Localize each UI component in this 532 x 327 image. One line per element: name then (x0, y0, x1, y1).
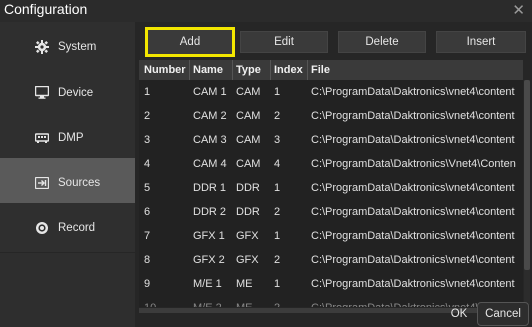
cell-number: 5 (144, 182, 151, 194)
add-button[interactable]: Add (145, 27, 235, 57)
sidebar-item-label: System (58, 40, 97, 53)
cell-index: 1 (274, 278, 281, 290)
cell-index: 2 (271, 296, 308, 307)
monitor-icon (34, 85, 50, 101)
cell-index: 2 (274, 206, 281, 218)
cancel-button[interactable]: Cancel (477, 302, 529, 326)
column-header-type[interactable]: Type (233, 60, 271, 80)
cell-type: GFX (236, 230, 259, 242)
cell-file: C:\ProgramData\Daktronics\vnet4\content (311, 182, 515, 194)
toolbar: Add Edit Delete Insert (135, 22, 532, 60)
gear-icon (34, 39, 50, 55)
table-row[interactable]: 8 GFX 2 GFX 2 C:\ProgramData\Daktronics\vnet… (139, 248, 523, 272)
cell-name: M/E 1 (193, 278, 222, 290)
cell-name: CAM 4 (193, 158, 227, 170)
input-icon (34, 175, 50, 191)
cell-index: 1 (274, 230, 281, 242)
cell-index: 2 (274, 254, 281, 266)
cell-number: 1 (144, 86, 151, 98)
cell-name: GFX 2 (193, 254, 225, 266)
cell-number: 2 (144, 110, 151, 122)
sidebar-item-label: Sources (58, 176, 101, 189)
cell-name: CAM 3 (193, 134, 227, 146)
table-row[interactable]: 5 DDR 1 DDR 1 C:\ProgramData\Daktronics\vnet… (139, 176, 523, 200)
cell-type: ME (233, 296, 271, 307)
table-row[interactable]: 9 M/E 1 ME 1 C:\ProgramData\Daktronics\vnet4… (139, 272, 523, 296)
close-icon[interactable]: ✕ (512, 1, 525, 19)
cell-name: DDR 1 (193, 182, 227, 194)
table-row[interactable]: 1 CAM 1 CAM 1 C:\ProgramData\Daktronics\vnet… (139, 80, 523, 104)
cell-name: DDR 2 (193, 206, 227, 218)
sidebar-item-record[interactable]: Record (0, 203, 135, 253)
edit-button[interactable]: Edit (240, 31, 328, 53)
column-header-index[interactable]: Index (271, 60, 308, 80)
vertical-scrollbar[interactable] (524, 80, 530, 305)
table-row[interactable]: 2 CAM 2 CAM 2 C:\ProgramData\Daktronics\vnet… (139, 104, 523, 128)
sources-panel: Add Edit Delete Insert Number Name Type … (135, 22, 532, 327)
record-icon (34, 220, 50, 236)
cell-file: C:\ProgramData\Daktronics\Vnet4\Conten (311, 158, 516, 170)
cell-name: M/E 2 (190, 296, 233, 307)
cell-file: C:\ProgramData\Daktronics\vnet4\content (311, 110, 515, 122)
cell-number: 7 (144, 230, 151, 242)
cell-file: C:\ProgramData\Daktronics\vnet4\content (311, 278, 515, 290)
cell-number: 4 (144, 158, 151, 170)
sidebar-item-label: Device (58, 86, 94, 99)
cell-type: GFX (236, 254, 259, 266)
cell-number: 3 (144, 134, 151, 146)
sidebar-item-system[interactable]: System (0, 22, 135, 72)
cell-file: C:\ProgramData\Daktronics\vnet4\content (311, 254, 515, 266)
cell-type: DDR (236, 206, 260, 218)
cell-file: C:\ProgramData\Daktronics\vnet4\content (311, 206, 515, 218)
cell-index: 1 (274, 86, 281, 98)
ok-button[interactable]: OK (443, 304, 475, 324)
sources-table: Number Name Type Index File 1 CAM 1 CAM 1 C:… (139, 60, 523, 307)
table-row[interactable]: 6 DDR 2 DDR 2 C:\ProgramData\Daktronics\vnet… (139, 200, 523, 224)
cell-type: ME (236, 278, 253, 290)
cell-number: 8 (144, 254, 151, 266)
table-row[interactable]: 4 CAM 4 CAM 4 C:\ProgramData\Daktronics\Vnet… (139, 152, 523, 176)
cell-type: CAM (236, 134, 261, 146)
cell-name: GFX 1 (193, 230, 225, 242)
cell-file: C:\ProgramData\Daktronics\vnet4\content (311, 230, 515, 242)
cell-number: 6 (144, 206, 151, 218)
delete-button[interactable]: Delete (338, 31, 426, 53)
cell-index: 1 (274, 182, 281, 194)
cell-index: 4 (274, 158, 281, 170)
sidebar-item-label: Record (58, 221, 96, 234)
cell-number: 9 (144, 278, 151, 290)
cell-number: 10 (141, 296, 190, 307)
cell-name: CAM 1 (193, 86, 227, 98)
insert-button[interactable]: Insert (436, 31, 526, 53)
sidebar: System Device DMP Sources Record (0, 22, 135, 327)
cell-file: C:\ProgramData\Daktronics\vnet4\content (311, 134, 515, 146)
table-row[interactable]: 7 GFX 1 GFX 1 C:\ProgramData\Daktronics\vnet… (139, 224, 523, 248)
column-header-file[interactable]: File (308, 60, 523, 80)
sidebar-item-device[interactable]: Device (0, 68, 135, 118)
cell-type: DDR (236, 182, 260, 194)
cell-index: 3 (274, 134, 281, 146)
scrollbar-thumb[interactable] (524, 80, 530, 270)
cell-file: C:\ProgramData\Daktronics\vnet4\content (311, 86, 515, 98)
column-header-name[interactable]: Name (190, 60, 233, 80)
cell-type: CAM (236, 158, 261, 170)
cell-type: CAM (236, 86, 261, 98)
cell-name: CAM 2 (193, 110, 227, 122)
sidebar-item-sources[interactable]: Sources (0, 158, 135, 208)
cell-index: 2 (274, 110, 281, 122)
title-bar: Configuration ✕ (0, 0, 532, 22)
column-header-number[interactable]: Number (141, 60, 190, 80)
table-row[interactable]: 3 CAM 3 CAM 3 C:\ProgramData\Daktronics\vnet… (139, 128, 523, 152)
dmp-icon (34, 130, 50, 146)
window-title: Configuration (4, 1, 88, 17)
sidebar-item-dmp[interactable]: DMP (0, 113, 135, 163)
table-header: Number Name Type Index File (139, 60, 523, 80)
sidebar-item-label: DMP (58, 131, 84, 144)
cell-type: CAM (236, 110, 261, 122)
